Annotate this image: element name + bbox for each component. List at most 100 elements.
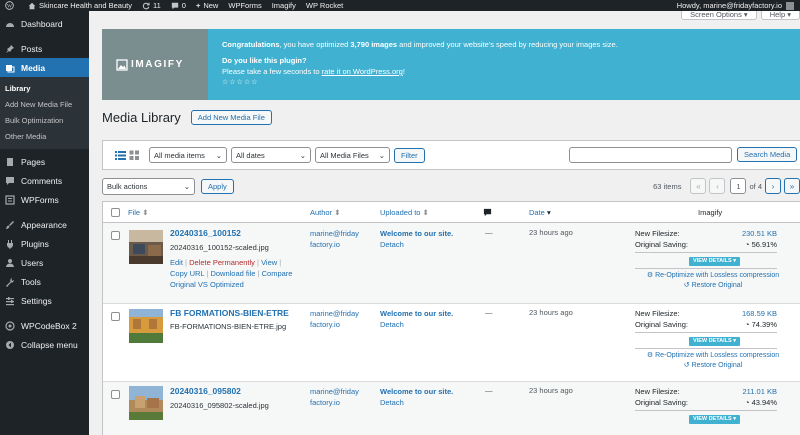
restore-original-link[interactable]: ↺ Restore Original <box>635 281 800 291</box>
comments-link[interactable]: 0 <box>171 1 186 10</box>
sidebar-item-comments[interactable]: Comments <box>0 171 89 190</box>
thumbnail-village[interactable] <box>129 386 163 420</box>
detach-link[interactable]: Detach <box>380 398 404 407</box>
restore-original-link[interactable]: ↺ Restore Original <box>635 361 800 371</box>
new-filesize-label: New Filesize: <box>635 387 680 396</box>
uploaded-to-link[interactable]: Welcome to our site. <box>380 308 475 319</box>
uploaded-to-link[interactable]: Welcome to our site. <box>380 386 475 397</box>
media-title-link[interactable]: FB FORMATIONS-BIEN-ETRE <box>170 308 289 318</box>
column-author[interactable]: Author ⬍ <box>310 208 341 217</box>
list-view-icon[interactable] <box>113 148 127 162</box>
sidebar-item-label: Pages <box>21 156 46 167</box>
grid-view-icon[interactable] <box>127 148 141 162</box>
search-media-input[interactable] <box>569 147 732 163</box>
detach-link[interactable]: Detach <box>380 320 404 329</box>
adminbar-wpforms[interactable]: WPForms <box>228 1 261 10</box>
original-saving-label: Original Saving: <box>635 398 688 407</box>
sidebar-item-wpforms[interactable]: WPForms <box>0 190 89 209</box>
bulk-actions-select[interactable]: Bulk actions ⌄ <box>102 178 195 195</box>
sidebar-item-pages[interactable]: Pages <box>0 152 89 171</box>
submenu-add-new-media[interactable]: Add New Media File <box>0 97 89 113</box>
rate-prefix: Please take a few seconds to <box>222 67 322 76</box>
sidebar-item-dashboard[interactable]: Dashboard <box>0 14 89 33</box>
next-page-button[interactable]: › <box>765 178 781 194</box>
media-title-link[interactable]: 20240316_095802 <box>170 386 241 396</box>
updates-icon <box>142 2 150 9</box>
rate-link[interactable]: rate it on WordPress.org <box>322 67 403 76</box>
detach-link[interactable]: Detach <box>380 240 404 249</box>
sort-icon: ⬍ <box>334 208 341 217</box>
author-link[interactable]: marine@friday factory.io <box>310 308 360 330</box>
site-name-link[interactable]: Skincare Health and Beauty <box>28 1 132 10</box>
comments-count: 0 <box>181 1 186 10</box>
admin-sidebar: Dashboard Posts Media Library Add New Me… <box>0 11 89 435</box>
submenu-other-media[interactable]: Other Media <box>0 129 89 145</box>
submenu-library[interactable]: Library <box>0 81 89 97</box>
column-date[interactable]: Date ▾ <box>529 208 551 217</box>
total-pages: of 4 <box>749 181 762 191</box>
author-link[interactable]: marine@friday factory.io <box>310 228 360 250</box>
adminbar-imagify[interactable]: Imagify <box>272 1 296 10</box>
search-media-button[interactable]: Search Media <box>737 147 798 162</box>
view-details-button[interactable]: VIEW DETAILS ▾ <box>689 336 741 346</box>
view-details-button[interactable]: VIEW DETAILS ▾ <box>689 256 741 266</box>
current-page-input[interactable]: 1 <box>730 178 747 194</box>
copy-url-link[interactable]: Copy URL <box>170 269 204 278</box>
table-row: FB FORMATIONS-BIEN-ETRE FB-FORMATIONS-BI… <box>103 304 800 382</box>
column-uploaded-to[interactable]: Uploaded to ⬍ <box>380 208 429 217</box>
sidebar-item-label: WPForms <box>21 194 59 205</box>
filter-button[interactable]: Filter <box>394 147 425 163</box>
delete-permanently-link[interactable]: Delete Permanently <box>189 258 255 267</box>
sidebar-item-label: Appearance <box>21 219 67 230</box>
prev-page-button[interactable]: ‹ <box>709 178 726 194</box>
first-page-button[interactable]: « <box>690 178 707 194</box>
sidebar-item-appearance[interactable]: Appearance <box>0 215 89 234</box>
apply-button[interactable]: Apply <box>201 179 234 194</box>
submenu-bulk-optimization[interactable]: Bulk Optimization <box>0 113 89 129</box>
row-checkbox[interactable] <box>111 312 120 321</box>
media-type-select[interactable]: All media items ⌄ <box>149 147 227 163</box>
original-saving-value: 43.94% <box>751 398 777 407</box>
original-saving-label: Original Saving: <box>635 240 688 249</box>
uploaded-to-link[interactable]: Welcome to our site. <box>380 228 475 239</box>
sidebar-item-settings[interactable]: Settings <box>0 291 89 310</box>
reoptimize-link[interactable]: ⚙ Re-Optimize with Lossless compression <box>635 271 800 281</box>
screen-options-button[interactable]: Screen Options ▾ <box>681 11 757 20</box>
add-new-media-button[interactable]: Add New Media File <box>190 110 272 125</box>
sidebar-item-media[interactable]: Media <box>0 58 89 77</box>
thumbnail-living-room[interactable] <box>129 230 163 264</box>
sidebar-item-users[interactable]: Users <box>0 253 89 272</box>
select-all-checkbox[interactable] <box>111 208 120 217</box>
updates-link[interactable]: 11 <box>142 1 161 10</box>
media-date: 23 hours ago <box>529 308 573 317</box>
sidebar-collapse-menu[interactable]: Collapse menu <box>0 335 89 354</box>
media-files-select[interactable]: All Media Files ⌄ <box>315 147 390 163</box>
form-icon <box>4 194 16 206</box>
media-title-link[interactable]: 20240316_100152 <box>170 228 241 238</box>
download-file-link[interactable]: Download file <box>210 269 255 278</box>
wordpress-logo-icon[interactable]: W <box>0 1 22 10</box>
dates-select[interactable]: All dates ⌄ <box>231 147 311 163</box>
column-file[interactable]: File ⬍ <box>128 208 148 217</box>
adminbar-wprocket[interactable]: WP Rocket <box>306 1 343 10</box>
last-page-button[interactable]: » <box>784 178 800 194</box>
comments-column-icon[interactable] <box>483 208 492 219</box>
user-icon <box>4 257 16 269</box>
sidebar-item-wpcodebox[interactable]: WPCodeBox 2 <box>0 316 89 335</box>
rating-stars[interactable]: ☆☆☆☆☆ <box>222 77 618 88</box>
sidebar-item-tools[interactable]: Tools <box>0 272 89 291</box>
thumbnail-building[interactable] <box>129 309 163 343</box>
edit-link[interactable]: Edit <box>170 258 183 267</box>
author-link[interactable]: marine@friday factory.io <box>310 386 360 408</box>
reoptimize-link[interactable]: ⚙ Re-Optimize with Lossless compression <box>635 351 800 361</box>
row-checkbox[interactable] <box>111 231 120 240</box>
comment-count: — <box>485 308 493 317</box>
reoptimize-label: Re-Optimize with Lossless compression <box>655 271 780 279</box>
sidebar-item-plugins[interactable]: Plugins <box>0 234 89 253</box>
new-content-link[interactable]: + New <box>196 1 218 10</box>
view-details-button[interactable]: VIEW DETAILS ▾ <box>689 414 741 424</box>
view-link[interactable]: View <box>261 258 277 267</box>
row-checkbox[interactable] <box>111 390 120 399</box>
sidebar-item-posts[interactable]: Posts <box>0 39 89 58</box>
help-button[interactable]: Help ▾ <box>760 11 800 20</box>
